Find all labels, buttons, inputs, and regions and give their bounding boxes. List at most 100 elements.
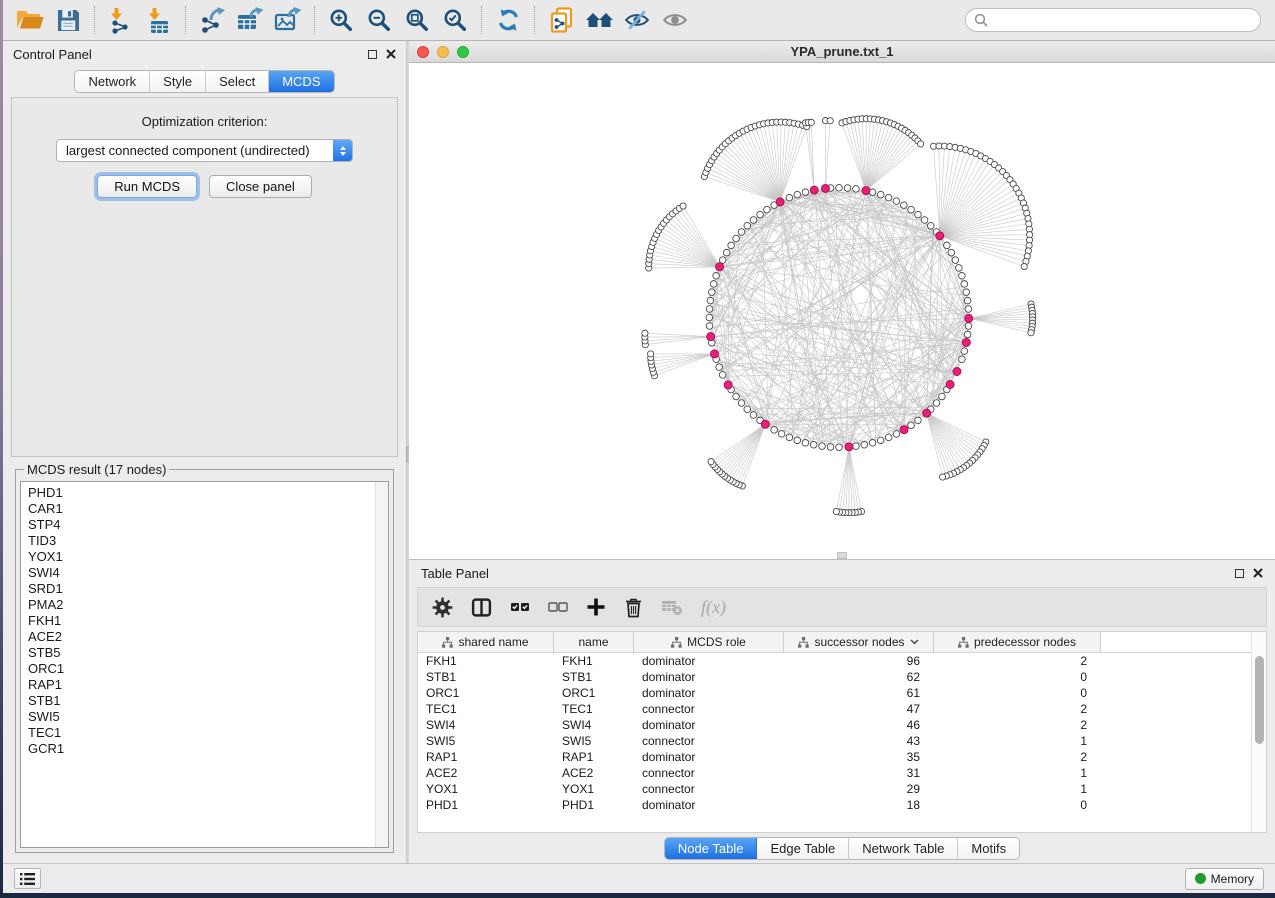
network-leaf-node[interactable] [808, 119, 814, 125]
mcds-hub-node[interactable] [724, 381, 732, 389]
show-columns-icon[interactable] [471, 597, 492, 618]
network-node[interactable] [963, 289, 970, 296]
network-node[interactable] [959, 272, 966, 279]
network-leaf-node[interactable] [833, 508, 839, 514]
mcds-result-item[interactable]: PHD1 [28, 485, 375, 501]
network-node[interactable] [810, 441, 817, 448]
mcds-result-item[interactable]: SWI5 [28, 709, 375, 725]
network-leaf-node[interactable] [918, 141, 924, 147]
zoom-in-icon[interactable] [322, 4, 360, 36]
table-row[interactable]: RAP1RAP1dominator352 [418, 749, 1251, 765]
search-box[interactable] [965, 8, 1261, 32]
column-header-name[interactable]: name [554, 632, 634, 652]
network-node[interactable] [853, 186, 860, 193]
network-node[interactable] [959, 356, 966, 363]
memory-button[interactable]: Memory [1185, 868, 1264, 890]
network-node[interactable] [933, 400, 940, 407]
float-table-panel-icon[interactable] [1235, 569, 1244, 578]
mcds-hub-node[interactable] [707, 333, 715, 341]
mcds-hub-node[interactable] [946, 381, 954, 389]
network-node[interactable] [738, 229, 745, 236]
network-leaf-node[interactable] [680, 203, 686, 209]
tab-network-table[interactable]: Network Table [849, 838, 958, 859]
network-node[interactable] [893, 198, 900, 205]
delete-icon[interactable] [624, 597, 643, 618]
network-node[interactable] [744, 222, 751, 229]
select-all-icon[interactable] [510, 597, 530, 617]
mcds-result-item[interactable]: ACE2 [28, 629, 375, 645]
network-node[interactable] [901, 202, 908, 209]
table-row[interactable]: SWI4SWI4dominator462 [418, 717, 1251, 733]
export-table-icon[interactable] [231, 4, 269, 36]
network-node[interactable] [713, 272, 720, 279]
network-node[interactable] [965, 323, 972, 330]
mcds-hub-node[interactable] [710, 350, 718, 358]
network-leaf-node[interactable] [648, 351, 654, 357]
network-node[interactable] [948, 249, 955, 256]
network-node[interactable] [764, 206, 771, 213]
network-node[interactable] [728, 242, 735, 249]
mcds-result-item[interactable]: TEC1 [28, 725, 375, 741]
network-node[interactable] [733, 393, 740, 400]
network-node[interactable] [719, 372, 726, 379]
close-table-panel-icon[interactable] [1253, 568, 1263, 578]
network-node[interactable] [794, 191, 801, 198]
network-node[interactable] [786, 194, 793, 201]
network-leaf-node[interactable] [827, 118, 833, 124]
import-table-icon[interactable] [140, 4, 178, 36]
zoom-selected-icon[interactable] [436, 4, 474, 36]
network-node[interactable] [956, 265, 963, 272]
network-node[interactable] [853, 443, 860, 450]
mcds-result-item[interactable]: STB1 [28, 693, 375, 709]
network-node[interactable] [921, 217, 928, 224]
network-node[interactable] [771, 427, 778, 434]
network-node[interactable] [961, 281, 968, 288]
open-session-icon[interactable] [11, 4, 49, 36]
column-header-predecessor-nodes[interactable]: predecessor nodes [934, 632, 1101, 652]
network-node[interactable] [786, 434, 793, 441]
mcds-result-item[interactable]: GCR1 [28, 741, 375, 757]
network-leaf-node[interactable] [1021, 263, 1027, 269]
column-header-MCDS-role[interactable]: MCDS role [634, 632, 784, 652]
import-network-icon[interactable] [102, 4, 140, 36]
table-scrollbar-thumb[interactable] [1255, 656, 1264, 744]
network-node[interactable] [706, 323, 713, 330]
mcds-hub-node[interactable] [923, 409, 931, 417]
network-node[interactable] [707, 297, 714, 304]
table-row[interactable]: YOX1YOX1connector291 [418, 781, 1251, 797]
network-node[interactable] [908, 206, 915, 213]
search-input[interactable] [993, 13, 1252, 27]
network-node[interactable] [869, 440, 876, 447]
network-node[interactable] [750, 217, 757, 224]
mcds-result-item[interactable]: TID3 [28, 533, 375, 549]
network-leaf-node[interactable] [939, 474, 945, 480]
mcds-hub-node[interactable] [821, 184, 829, 192]
mcds-result-item[interactable]: YOX1 [28, 549, 375, 565]
network-node[interactable] [844, 185, 851, 192]
network-node[interactable] [836, 184, 843, 191]
network-node[interactable] [757, 211, 764, 218]
network-node[interactable] [827, 444, 834, 451]
mcds-hub-node[interactable] [936, 232, 944, 240]
tab-motifs[interactable]: Motifs [958, 838, 1019, 859]
network-node[interactable] [964, 297, 971, 304]
network-node[interactable] [750, 412, 757, 419]
table-row[interactable]: TEC1TEC1connector472 [418, 701, 1251, 717]
network-node[interactable] [908, 422, 915, 429]
run-mcds-button[interactable]: Run MCDS [97, 175, 197, 198]
network-node[interactable] [794, 437, 801, 444]
add-row-icon[interactable] [586, 597, 606, 617]
network-node[interactable] [802, 189, 809, 196]
mcds-result-item[interactable]: FKH1 [28, 613, 375, 629]
network-node[interactable] [819, 443, 826, 450]
network-node[interactable] [885, 194, 892, 201]
mcds-list-scrollbar[interactable] [375, 482, 388, 847]
export-image-icon[interactable] [269, 4, 307, 36]
mcds-hub-node[interactable] [716, 263, 724, 271]
optimization-criterion-select[interactable]: largest connected component (undirected) [56, 139, 353, 162]
network-node[interactable] [927, 222, 934, 229]
mcds-result-item[interactable]: SWI4 [28, 565, 375, 581]
network-splitter-handle[interactable] [837, 552, 847, 559]
network-node[interactable] [778, 431, 785, 438]
table-row[interactable]: ORC1ORC1dominator610 [418, 685, 1251, 701]
